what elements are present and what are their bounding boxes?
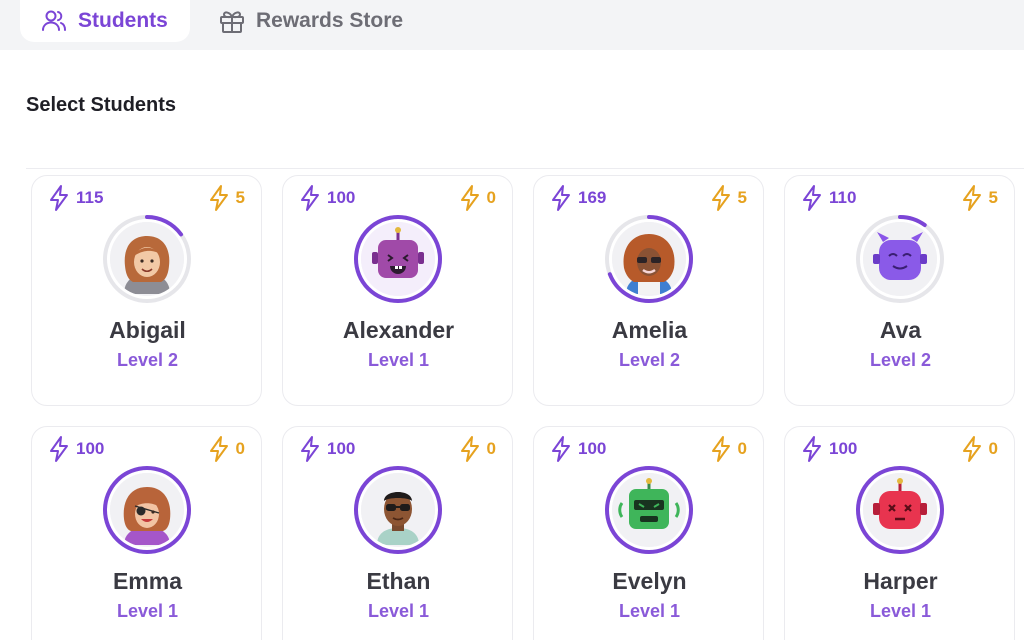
coins-value: 5 <box>235 188 245 207</box>
student-card-ava[interactable]: 110 5 Ava Level 2 <box>784 175 1015 406</box>
student-card-abigail[interactable]: 115 5 Abigail Level 2 <box>31 175 262 406</box>
green-robot-avatar <box>612 473 686 547</box>
purple-horned-monster-avatar <box>863 222 937 296</box>
tab-students[interactable]: Students <box>20 0 190 42</box>
lightning-icon <box>711 436 730 462</box>
lightning-icon <box>552 436 570 462</box>
student-level: Level 2 <box>618 350 681 370</box>
tab-rewards-store[interactable]: Rewards Store <box>198 0 425 42</box>
student-card-harper[interactable]: 100 0 Harper Level 1 <box>784 426 1015 640</box>
gift-icon <box>220 11 244 33</box>
level-progress-ring <box>604 465 694 555</box>
coins-badge: 5 <box>208 184 245 212</box>
points-badge: 100 <box>550 435 606 463</box>
lightning-icon <box>50 436 68 462</box>
points-value: 100 <box>327 188 356 207</box>
coins-badge: 0 <box>961 435 998 463</box>
coins-badge: 0 <box>710 435 747 463</box>
points-value: 100 <box>76 439 105 458</box>
coins-badge: 5 <box>710 184 747 212</box>
level-progress-ring <box>353 214 443 304</box>
points-badge: 100 <box>299 435 355 463</box>
points-value: 100 <box>327 439 356 458</box>
points-badge: 110 <box>801 184 856 212</box>
section-title: Select Students <box>26 94 177 116</box>
points-badge: 100 <box>48 435 104 463</box>
student-name: Ethan <box>366 568 431 594</box>
level-progress-ring <box>855 465 945 555</box>
points-value: 100 <box>578 439 607 458</box>
lightning-icon <box>460 436 479 462</box>
level-progress-ring <box>604 214 694 304</box>
student-card-ethan[interactable]: 100 0 Ethan Level 1 <box>282 426 513 640</box>
tab-bar: Students Rewards Store <box>0 0 1024 50</box>
lightning-icon <box>460 185 479 211</box>
points-value: 100 <box>829 439 858 458</box>
student-level: Level 1 <box>116 601 179 621</box>
lightning-icon <box>711 185 730 211</box>
points-badge: 100 <box>801 435 857 463</box>
student-name: Harper <box>863 568 938 594</box>
lightning-icon <box>552 185 570 211</box>
coins-badge: 0 <box>459 435 496 463</box>
lightning-icon <box>301 185 319 211</box>
student-card-alexander[interactable]: 100 0 Alexander Level 1 <box>282 175 513 406</box>
coins-value: 0 <box>737 439 747 458</box>
lightning-icon <box>301 436 319 462</box>
points-value: 110 <box>829 188 857 207</box>
coins-value: 0 <box>486 439 496 458</box>
student-name: Abigail <box>109 317 186 343</box>
student-level: Level 1 <box>618 601 681 621</box>
boy-sunglasses-avatar <box>361 473 435 547</box>
student-name: Alexander <box>342 317 455 343</box>
student-level: Level 1 <box>367 350 430 370</box>
points-badge: 115 <box>48 184 103 212</box>
coins-badge: 0 <box>459 184 496 212</box>
lightning-icon <box>803 185 821 211</box>
divider <box>26 168 1024 169</box>
girl-eyepatch-avatar <box>110 473 184 547</box>
girl-brown-hair-avatar <box>110 222 184 296</box>
student-card-emma[interactable]: 100 0 Emma Level 1 <box>31 426 262 640</box>
users-icon <box>42 10 66 31</box>
student-level: Level 2 <box>116 350 179 370</box>
lightning-icon <box>209 185 228 211</box>
level-progress-ring <box>353 465 443 555</box>
lightning-icon <box>209 436 228 462</box>
points-value: 115 <box>76 188 104 207</box>
points-value: 169 <box>578 188 607 207</box>
red-robot-avatar <box>863 473 937 547</box>
student-level: Level 1 <box>367 601 430 621</box>
student-level: Level 1 <box>869 601 932 621</box>
student-card-evelyn[interactable]: 100 0 Evelyn Level 1 <box>533 426 764 640</box>
level-progress-ring <box>855 214 945 304</box>
level-progress-ring <box>102 465 192 555</box>
tab-students-label: Students <box>78 9 168 32</box>
student-level: Level 2 <box>869 350 932 370</box>
tab-rewards-store-label: Rewards Store <box>256 9 404 32</box>
points-badge: 169 <box>550 184 606 212</box>
student-name: Ava <box>879 317 922 343</box>
points-badge: 100 <box>299 184 355 212</box>
lightning-icon <box>962 436 981 462</box>
coins-value: 0 <box>988 439 998 458</box>
coins-badge: 0 <box>208 435 245 463</box>
coins-value: 0 <box>486 188 496 207</box>
purple-monster-avatar <box>361 222 435 296</box>
student-card-amelia[interactable]: 169 5 Amelia Level 2 <box>533 175 764 406</box>
student-name: Evelyn <box>612 568 687 594</box>
lightning-icon <box>803 436 821 462</box>
lightning-icon <box>50 185 68 211</box>
level-progress-ring <box>102 214 192 304</box>
coins-badge: 5 <box>961 184 998 212</box>
coins-value: 0 <box>235 439 245 458</box>
student-name: Amelia <box>611 317 688 343</box>
lightning-icon <box>962 185 981 211</box>
coins-value: 5 <box>737 188 747 207</box>
girl-curly-hair-sunglasses-avatar <box>612 222 686 296</box>
student-name: Emma <box>112 568 183 594</box>
coins-value: 5 <box>988 188 998 207</box>
